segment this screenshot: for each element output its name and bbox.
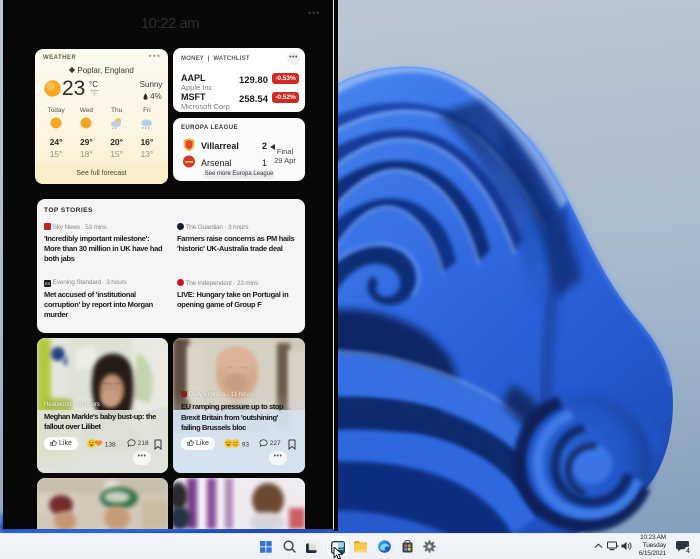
svg-text:4: 4 — [686, 548, 690, 555]
